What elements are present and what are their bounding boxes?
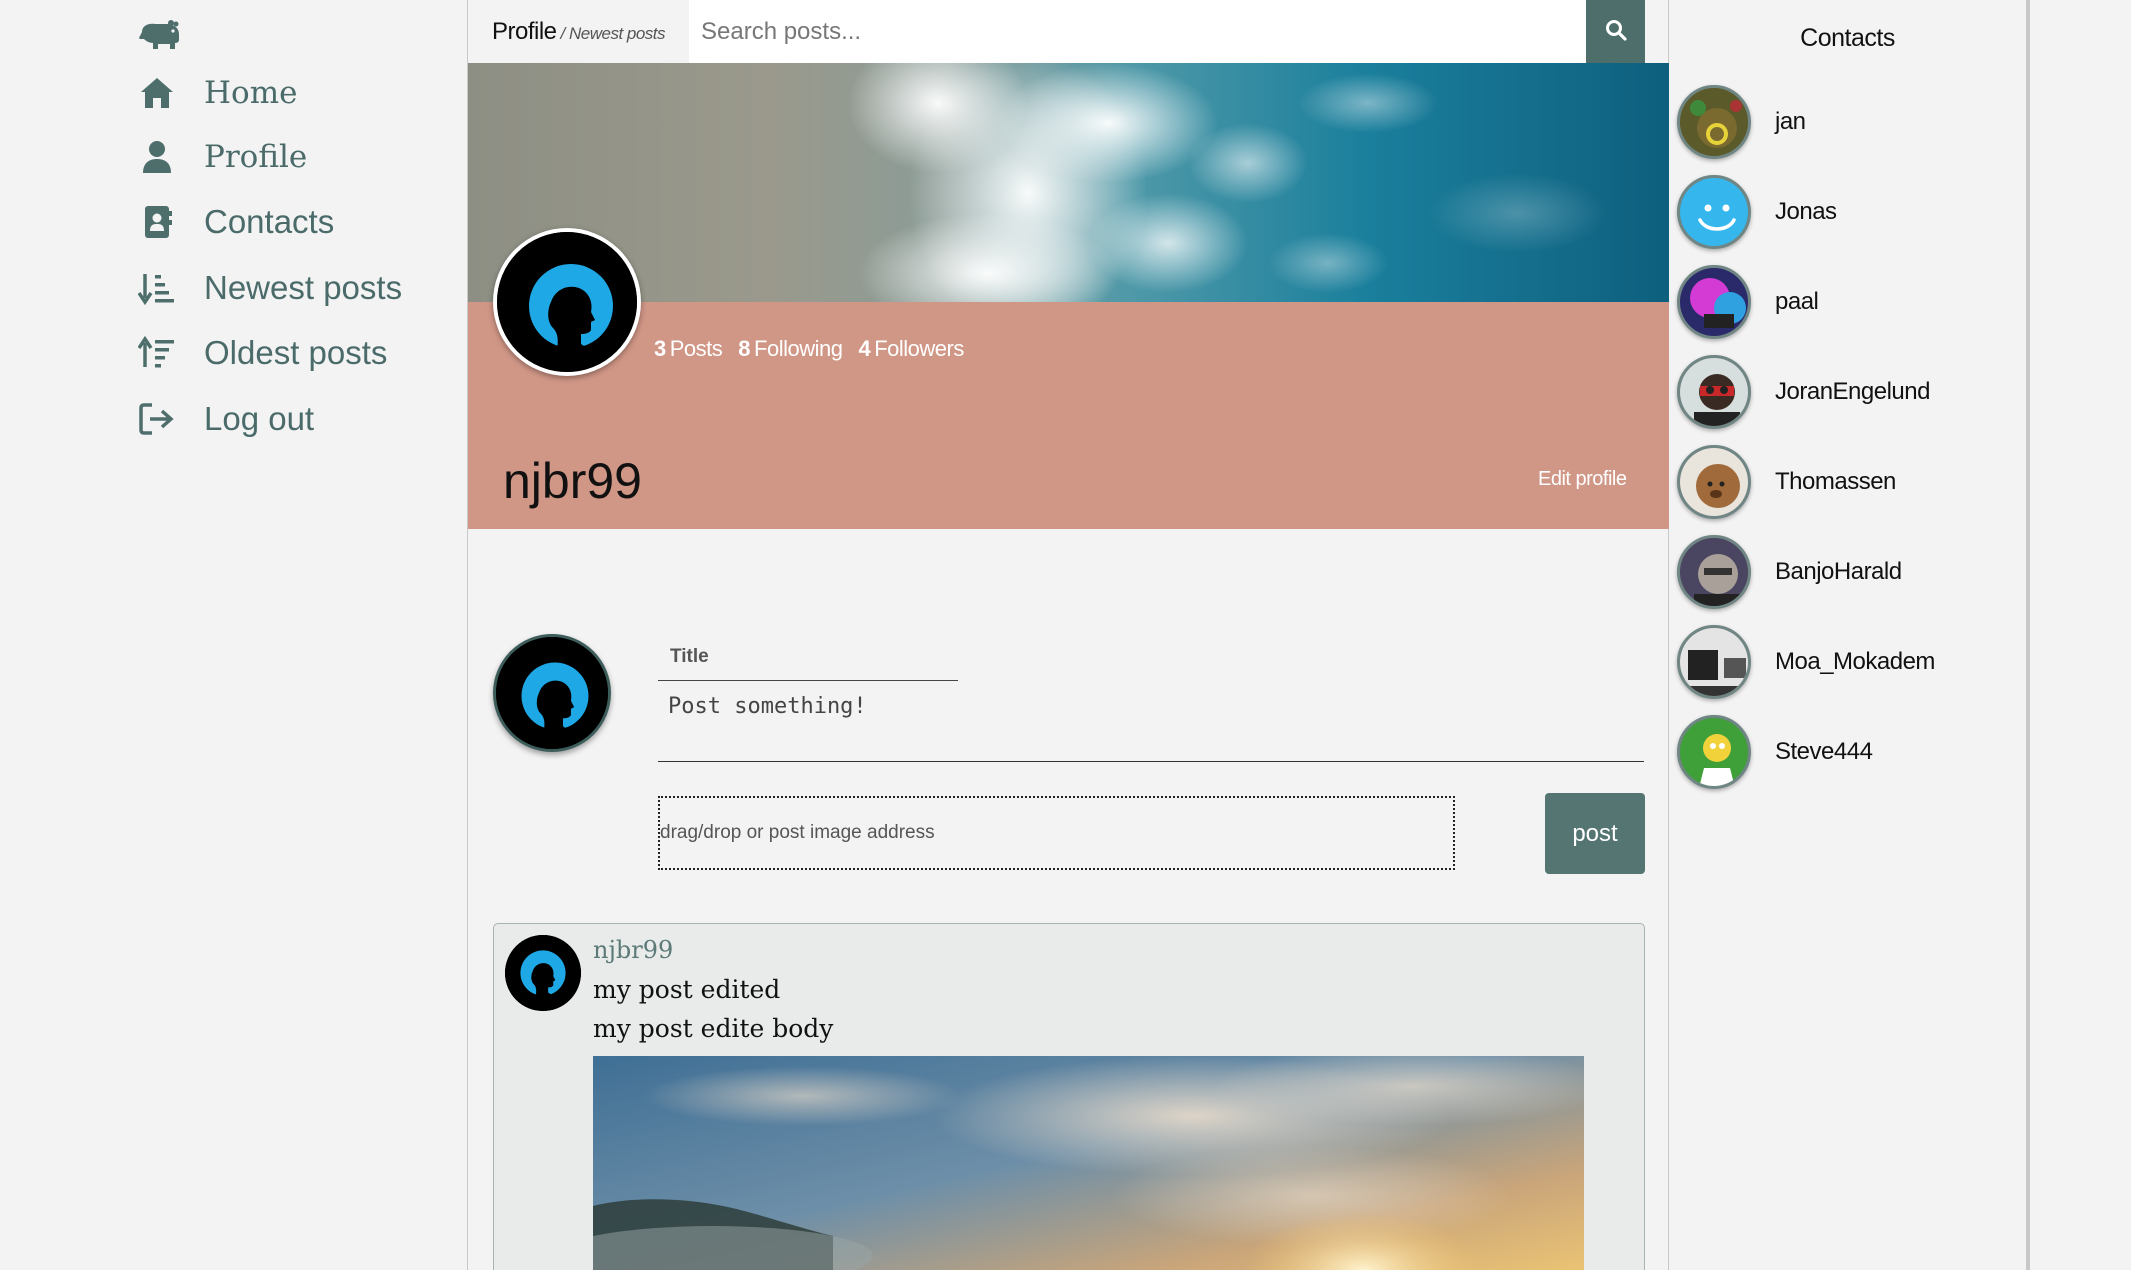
followers-stat[interactable]: 4 Followers	[858, 336, 964, 362]
followers-count: 4	[858, 336, 871, 361]
contact-avatar	[1677, 625, 1751, 699]
profile-avatar[interactable]	[493, 228, 641, 376]
profile-header	[468, 302, 1670, 529]
following-label: Following	[754, 336, 843, 361]
sidebar-item-contacts[interactable]: Contacts	[138, 203, 334, 241]
post-body: my post edite body	[593, 1014, 834, 1043]
search-icon	[1605, 19, 1627, 44]
app-page: Home Profile Contacts Newest posts Oldes	[0, 0, 2131, 1270]
posts-count: 3	[654, 336, 666, 361]
contact-name: paal	[1775, 288, 1819, 315]
posts-label: Posts	[669, 336, 723, 361]
contact-item[interactable]: Thomassen	[1677, 445, 1896, 519]
sidebar-item-label: Oldest posts	[204, 334, 388, 371]
contact-avatar	[1677, 265, 1751, 339]
title-field-underline	[658, 680, 958, 681]
post-card: njbr99 my post edited my post edite body	[493, 923, 1645, 1270]
main-feed: Profile / Newest posts Search posts... 3…	[467, 0, 1670, 1270]
breadcrumb-sort: / Newest posts	[560, 23, 666, 43]
contact-name: Moa_Mokadem	[1775, 648, 1935, 675]
sort-down-icon	[138, 269, 176, 307]
breadcrumb-current: Profile	[492, 17, 557, 45]
sidebar-item-profile[interactable]: Profile	[138, 138, 307, 176]
edit-profile-link[interactable]: Edit profile	[1538, 468, 1627, 491]
contact-avatar	[1677, 355, 1751, 429]
sidebar-item-oldest-posts[interactable]: Oldest posts	[138, 334, 387, 372]
contact-item[interactable]: Jonas	[1677, 175, 1837, 249]
hippo-logo-icon[interactable]	[138, 18, 182, 52]
contact-name: jan	[1775, 108, 1806, 135]
contact-item[interactable]: jan	[1677, 85, 1806, 159]
post-button[interactable]: post	[1545, 793, 1645, 874]
contact-avatar	[1677, 175, 1751, 249]
sidebar: Home Profile Contacts Newest posts Oldes	[0, 0, 467, 1270]
search-input[interactable]	[689, 0, 1587, 63]
profile-username: njbr99	[503, 453, 642, 509]
following-count: 8	[738, 336, 751, 361]
following-stat[interactable]: 8 Following	[738, 336, 843, 362]
cover-image	[468, 63, 1670, 302]
post-body-field[interactable]: Post something!	[668, 694, 867, 719]
post-author-avatar[interactable]	[505, 935, 581, 1011]
contacts-title: Contacts	[1800, 24, 1895, 52]
contact-item[interactable]: JoranEngelund	[1677, 355, 1930, 429]
search-button[interactable]	[1586, 0, 1645, 63]
contact-item[interactable]: BanjoHarald	[1677, 535, 1902, 609]
sidebar-item-label: Contacts	[204, 203, 335, 240]
scrollbar-track[interactable]	[2026, 0, 2030, 1270]
posts-stat[interactable]: 3 Posts	[654, 336, 723, 362]
contact-item[interactable]: Moa_Mokadem	[1677, 625, 1935, 699]
contact-name: Thomassen	[1775, 468, 1896, 495]
sidebar-item-label: Home	[204, 75, 298, 111]
sidebar-item-label: Log out	[204, 400, 315, 437]
contact-avatar	[1677, 535, 1751, 609]
composer-avatar	[493, 634, 611, 752]
contact-name: BanjoHarald	[1775, 558, 1902, 585]
top-bar: Profile / Newest posts	[468, 0, 1645, 63]
contact-name: Jonas	[1775, 198, 1837, 225]
contacts-panel: Contacts jan Jonas paal JoranEngelund Th…	[1669, 0, 2026, 1270]
contact-name: JoranEngelund	[1775, 378, 1930, 405]
contact-avatar	[1677, 85, 1751, 159]
image-drop-field[interactable]: drag/drop or post image address	[658, 796, 1455, 870]
sort-up-icon	[138, 334, 176, 372]
contact-avatar	[1677, 445, 1751, 519]
title-field-label[interactable]: Title	[670, 646, 709, 668]
post-title: my post edited	[593, 975, 781, 1004]
contact-avatar	[1677, 715, 1751, 789]
sidebar-item-home[interactable]: Home	[138, 74, 297, 112]
contact-name: Steve444	[1775, 738, 1873, 765]
breadcrumb: Profile / Newest posts	[492, 17, 666, 46]
contact-item[interactable]: Steve444	[1677, 715, 1873, 789]
post-body-underline	[658, 761, 1644, 762]
sidebar-item-newest-posts[interactable]: Newest posts	[138, 269, 402, 307]
followers-label: Followers	[874, 336, 964, 361]
sidebar-item-label: Newest posts	[204, 269, 403, 306]
sidebar-item-logout[interactable]: Log out	[138, 400, 314, 438]
post-image	[593, 1056, 1584, 1270]
logout-icon	[138, 400, 176, 438]
home-icon	[138, 74, 176, 112]
sidebar-item-label: Profile	[204, 139, 308, 175]
contact-item[interactable]: paal	[1677, 265, 1819, 339]
post-author-name[interactable]: njbr99	[593, 936, 673, 964]
user-icon	[138, 138, 176, 176]
address-book-icon	[138, 203, 176, 241]
profile-stats: 3 Posts 8 Following 4 Followers	[654, 336, 964, 362]
